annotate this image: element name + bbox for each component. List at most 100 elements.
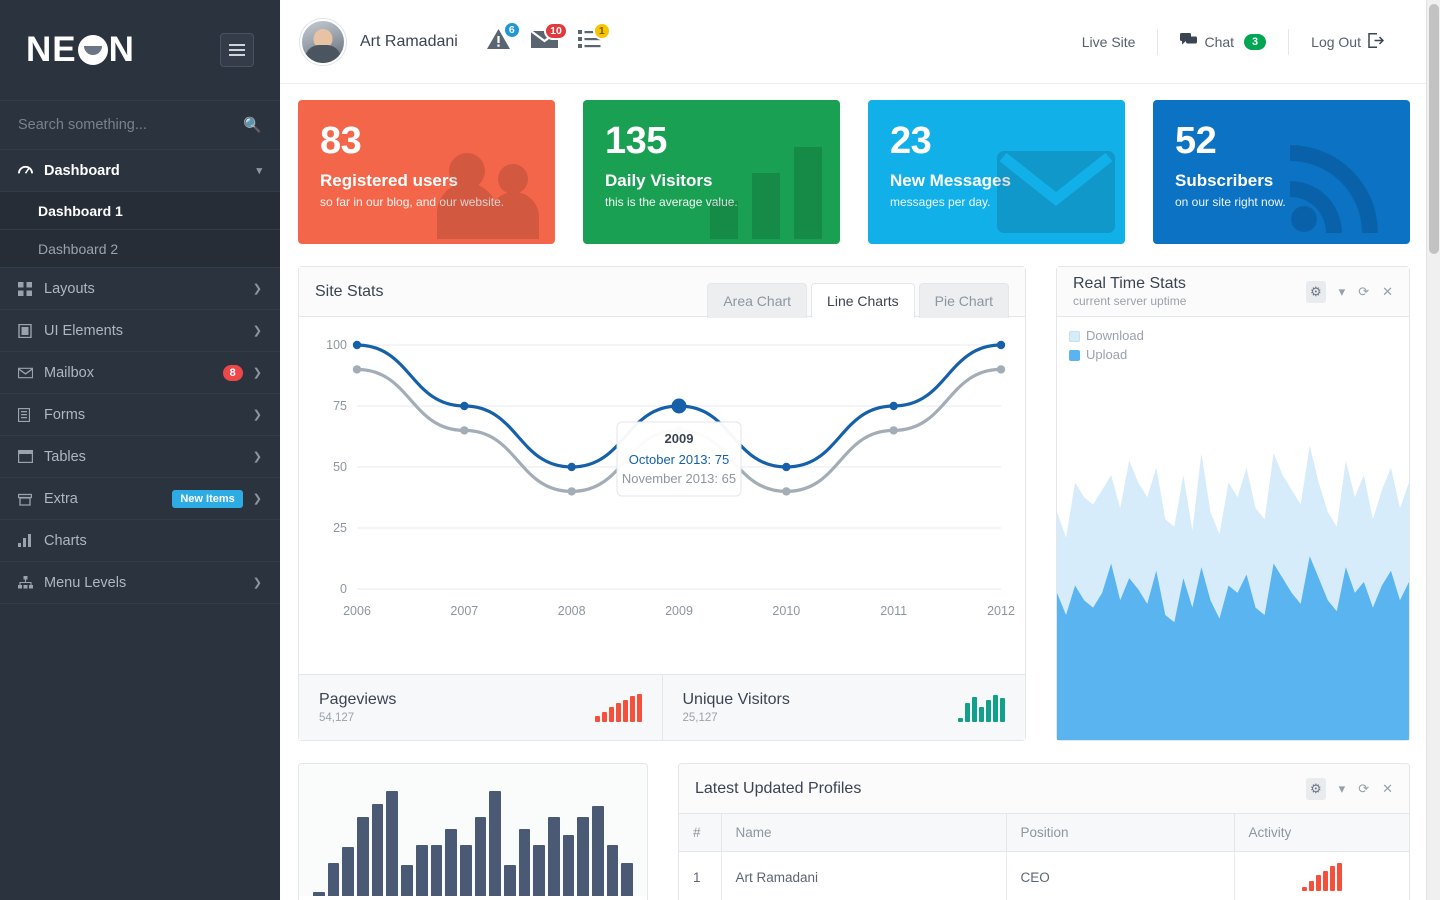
grid-icon (18, 281, 44, 296)
tile-new-messages[interactable]: 23 New Messages messages per day. (868, 100, 1125, 244)
refresh-icon[interactable]: ⟳ (1358, 284, 1369, 300)
line-chart[interactable]: 0 25 50 75 100 2006 2007 2008 2009 2010 2011 2012 20… (299, 317, 1025, 674)
refresh-icon[interactable]: ⟳ (1358, 781, 1369, 797)
envelope-icon (18, 367, 44, 379)
envelope-icon (997, 151, 1115, 238)
legend-download[interactable]: Download (1069, 327, 1144, 346)
sales-bar (562, 834, 575, 896)
sidebar-item-charts[interactable]: Charts (0, 520, 280, 562)
sales-bar (474, 816, 487, 896)
sidebar-item-layouts[interactable]: Layouts ❯ (0, 268, 280, 310)
tile-registered-users[interactable]: 83 Registered users so far in our blog, … (298, 100, 555, 244)
warning-icon[interactable]: 6 (486, 20, 521, 56)
sidebar-item-forms[interactable]: Forms ❯ (0, 394, 280, 436)
real-time-subtitle: current server uptime (1073, 294, 1187, 308)
sidebar-search[interactable]: 🔍 (0, 100, 280, 150)
tab-line-charts[interactable]: Line Charts (811, 282, 915, 318)
sidebar-subitem-dashboard-1[interactable]: Dashboard 1 (0, 192, 280, 230)
table-row[interactable]: 1 Art Ramadani CEO (679, 851, 1409, 900)
close-icon[interactable]: ✕ (1382, 781, 1393, 797)
column-header-num[interactable]: # (679, 814, 722, 852)
column-header-name[interactable]: Name (721, 814, 1007, 852)
main-area: Art Ramadani 6 10 1 Live Site Chat 3 Log… (280, 0, 1440, 900)
panel-tools: ⚙ ▾ ⟳ ✕ (1306, 777, 1393, 800)
monthly-sales-chart (299, 764, 647, 896)
sparkline-bar (622, 699, 628, 722)
sparkline-bar (986, 699, 991, 722)
sales-bar (621, 862, 634, 896)
live-site-link[interactable]: Live Site (1060, 34, 1158, 50)
sitemap-icon (18, 576, 44, 589)
mailbox-badge: 8 (222, 364, 243, 381)
bars-icon (708, 139, 830, 244)
svg-text:2010: 2010 (772, 604, 800, 618)
chat-icon (1180, 33, 1198, 50)
cell-num: 1 (679, 851, 722, 900)
table-header-row: # Name Position Activity (679, 814, 1409, 852)
sparkline-bar (1322, 870, 1328, 891)
bars-icon (18, 534, 44, 547)
svg-text:2006: 2006 (343, 604, 371, 618)
sidebar-item-dashboard[interactable]: Dashboard ▾ (0, 150, 280, 192)
sparkline-bar (1308, 881, 1314, 891)
logout-link[interactable]: Log Out (1289, 32, 1406, 51)
tile-daily-visitors[interactable]: 135 Daily Visitors this is the average v… (583, 100, 840, 244)
sales-bar (503, 865, 516, 896)
form-icon (18, 407, 44, 422)
unique-visitors-stat[interactable]: Unique Visitors 25,127 (661, 675, 1026, 740)
sidebar-item-label: Extra (44, 490, 78, 507)
sidebar-item-ui-elements[interactable]: UI Elements ❯ (0, 310, 280, 352)
sidebar-subitem-dashboard-2[interactable]: Dashboard 2 (0, 230, 280, 268)
sparkline-bar (1315, 875, 1321, 891)
vertical-scrollbar[interactable] (1426, 0, 1440, 900)
tab-pie-chart[interactable]: Pie Chart (918, 282, 1009, 318)
sidebar-item-label: Dashboard (44, 162, 120, 179)
sparkline-bar (972, 696, 977, 722)
gear-icon[interactable]: ⚙ (1306, 280, 1326, 303)
envelope-icon[interactable]: 10 (530, 21, 568, 55)
tab-area-chart[interactable]: Area Chart (707, 282, 808, 318)
sales-bar (518, 829, 531, 896)
sales-bar (313, 892, 325, 896)
tile-subscribers[interactable]: 52 Subscribers on our site right now. (1153, 100, 1410, 244)
chevron-down-icon[interactable]: ▾ (1339, 284, 1346, 300)
search-icon[interactable]: 🔍 (243, 116, 262, 134)
column-header-activity[interactable]: Activity (1234, 814, 1409, 852)
scrollbar-thumb[interactable] (1429, 4, 1439, 254)
sidebar-item-menu-levels[interactable]: Menu Levels ❯ (0, 562, 280, 604)
sidebar-item-mailbox[interactable]: Mailbox 8 ❯ (0, 352, 280, 394)
search-input[interactable] (18, 117, 244, 133)
logout-icon (1368, 32, 1385, 51)
column-header-position[interactable]: Position (1006, 814, 1235, 852)
close-icon[interactable]: ✕ (1382, 284, 1393, 300)
svg-text:2011: 2011 (880, 604, 907, 618)
page-title: Site Stats (315, 282, 384, 300)
sales-bar (386, 791, 399, 896)
chevron-right-icon: ❯ (252, 409, 262, 421)
sparkline-bar (1301, 886, 1307, 891)
tasks-icon[interactable]: 1 (577, 22, 611, 54)
chevron-down-icon: ▾ (256, 165, 262, 177)
avatar[interactable] (300, 18, 346, 65)
gear-icon[interactable]: ⚙ (1306, 777, 1326, 800)
menu-toggle-button[interactable] (220, 33, 254, 67)
sidebar-item-tables[interactable]: Tables ❯ (0, 436, 280, 478)
pageviews-stat[interactable]: Pageviews 54,127 (299, 675, 662, 740)
site-stats-panel: Site Stats Area Chart Line Charts Pie Ch… (298, 266, 1026, 741)
sidebar-item-extra[interactable]: Extra New Items ❯ (0, 478, 280, 520)
chevron-right-icon: ❯ (252, 367, 262, 379)
profiles-header: Latest Updated Profiles ⚙ ▾ ⟳ ✕ (679, 764, 1409, 814)
legend-upload[interactable]: Upload (1069, 346, 1144, 365)
brand-logo[interactable]: NE N (26, 30, 135, 70)
chat-link[interactable]: Chat 3 (1158, 33, 1288, 50)
svg-text:2012: 2012 (987, 604, 1015, 618)
real-time-body: Download Upload (1057, 317, 1409, 740)
sparkline-bar (594, 716, 600, 722)
chevron-down-icon[interactable]: ▾ (1339, 781, 1346, 797)
hamburger-bar (229, 44, 245, 46)
svg-text:25: 25 (333, 521, 347, 535)
box-icon (18, 492, 44, 506)
pageviews-sparkline (594, 693, 642, 722)
chart-tabs: Area Chart Line Charts Pie Chart (703, 267, 1009, 318)
bottom-row: Monthly Sales Latest Updated Profiles ⚙ … (298, 763, 1410, 900)
